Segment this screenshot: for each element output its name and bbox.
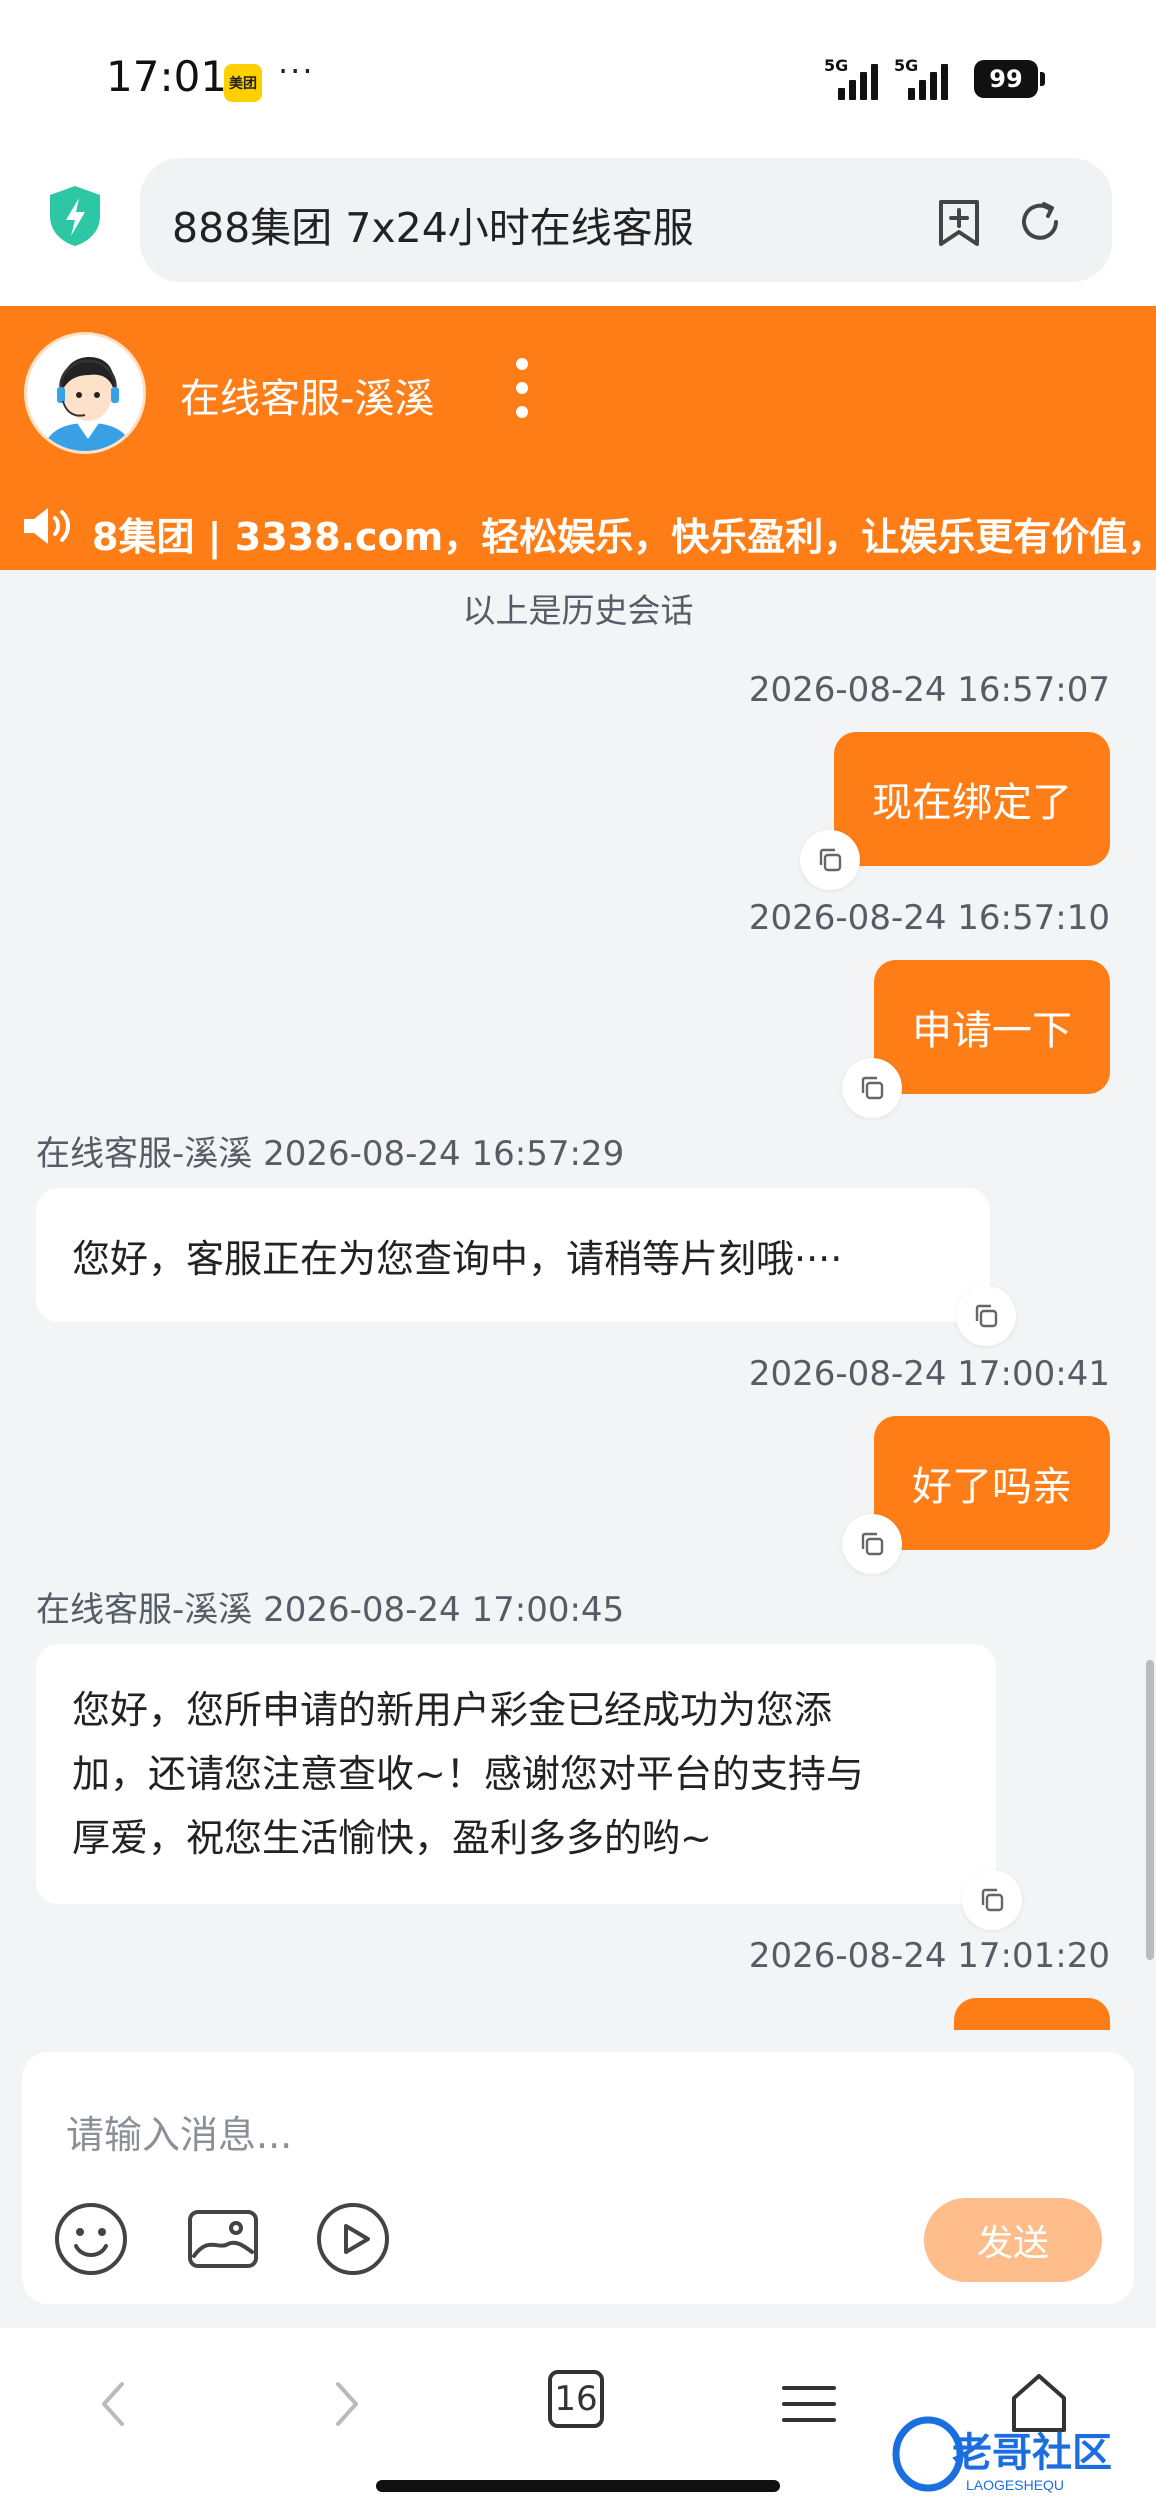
copy-button[interactable]	[842, 1514, 902, 1574]
incoming-message[interactable]: 您好，您所申请的新用户彩金已经成功为您添 加，还请您注意查收~！感谢您对平台的支…	[36, 1644, 996, 1904]
browser-bottom-nav: 16 老哥社区 LAOGESHEQU	[0, 2328, 1156, 2510]
watermark-subtext: LAOGESHEQU	[966, 2477, 1064, 2493]
message-text: 现在绑定了	[872, 780, 1072, 826]
emoji-icon[interactable]	[52, 2200, 130, 2278]
agent-avatar-icon	[27, 335, 143, 451]
send-button[interactable]: 发送	[924, 2198, 1102, 2282]
add-bookmark-icon[interactable]	[936, 198, 982, 248]
copy-icon	[819, 848, 842, 872]
status-time: 17:01	[106, 52, 228, 101]
sender-name: 在线客服-溪溪	[36, 1590, 253, 1630]
more-options-icon[interactable]	[512, 358, 532, 420]
more-notifications-indicator: ···	[278, 52, 315, 90]
watermark-text: 老哥社区	[952, 2431, 1112, 2475]
back-icon[interactable]	[78, 2368, 148, 2440]
home-indicator[interactable]	[376, 2480, 780, 2492]
url-field[interactable]: 888集团 7x24小时在线客服	[140, 158, 1112, 282]
chat-messages[interactable]: 以上是历史会话 2026-08-24 16:57:07 现在绑定了 2026-0…	[0, 570, 1156, 2030]
copy-button[interactable]	[800, 830, 860, 890]
chat-header: 在线客服-溪溪 8集团 | 3338.com，轻松娱乐，快乐盈利，让娱乐更有价值…	[0, 306, 1156, 570]
message-text: 您好，客服正在为您查询中，请稍等片刻哦····	[72, 1236, 843, 1281]
image-upload-icon[interactable]	[184, 2200, 262, 2278]
copy-icon	[861, 1532, 884, 1556]
status-bar: 17:01 美团 ··· 5G 5G 99	[0, 0, 1156, 150]
page-title[interactable]: 888集团 7x24小时在线客服	[172, 194, 694, 254]
message-composer: 请输入消息... 发送	[22, 2052, 1134, 2304]
message-timestamp: 2026-08-24 16:57:29	[263, 1134, 625, 1174]
signal-5g-icon: 5G	[824, 56, 888, 100]
announcement-marquee: 8集团 | 3338.com，轻松娱乐，快乐盈利，让娱乐更有价值，	[0, 490, 1156, 562]
security-shield-icon[interactable]	[46, 184, 104, 248]
message-text: 好了吗亲	[912, 1464, 1072, 1510]
incoming-message[interactable]: 您好，客服正在为您查询中，请稍等片刻哦····	[36, 1188, 990, 1322]
message-timestamp: 2026-08-24 17:00:45	[263, 1590, 625, 1630]
agent-avatar	[24, 332, 146, 454]
message-input[interactable]: 请输入消息...	[66, 2104, 292, 2159]
signal-5g-icon: 5G	[894, 56, 958, 100]
copy-icon	[975, 1304, 998, 1328]
message-timestamp: 2026-08-24 17:00:41	[748, 1354, 1110, 1394]
message-sender-time: 在线客服-溪溪 2026-08-24 17:00:45	[36, 1582, 624, 1631]
sender-name: 在线客服-溪溪	[36, 1134, 253, 1174]
message-text: 申请一下	[912, 1008, 1072, 1054]
message-line: 厚爱，祝您生活愉快，盈利多多的哟~	[72, 1816, 712, 1860]
outgoing-message[interactable]: 现在绑定了	[834, 732, 1110, 866]
forward-icon[interactable]	[312, 2368, 382, 2440]
video-play-icon[interactable]	[314, 2200, 392, 2278]
speaker-icon	[24, 508, 70, 544]
chat-scrollbar[interactable]	[1146, 1660, 1154, 1960]
refresh-icon[interactable]	[1016, 198, 1064, 246]
outgoing-message[interactable]: 申请一下	[874, 960, 1110, 1094]
message-line: 您好，您所申请的新用户彩金已经成功为您添	[72, 1688, 833, 1732]
message-timestamp: 2026-08-24 16:57:07	[748, 670, 1110, 710]
history-divider: 以上是历史会话	[462, 591, 694, 630]
copy-icon	[981, 1888, 1004, 1912]
agent-name: 在线客服-溪溪	[180, 376, 435, 422]
outgoing-message[interactable]	[954, 1998, 1110, 2030]
copy-button[interactable]	[962, 1870, 1022, 1930]
announcement-text: 8集团 | 3338.com，轻松娱乐，快乐盈利，让娱乐更有价值，	[92, 515, 1156, 559]
copy-icon	[861, 1076, 884, 1100]
watermark-logo: 老哥社区 LAOGESHEQU	[892, 2416, 1112, 2493]
outgoing-message[interactable]: 好了吗亲	[874, 1416, 1110, 1550]
message-sender-time: 在线客服-溪溪 2026-08-24 16:57:29	[36, 1126, 624, 1175]
message-line: 加，还请您注意查收~！感谢您对平台的支持与	[72, 1752, 864, 1796]
meituan-app-icon: 美团	[224, 64, 262, 102]
message-timestamp: 2026-08-24 17:01:20	[748, 1936, 1110, 1976]
battery-icon: 99	[974, 60, 1045, 98]
copy-button[interactable]	[956, 1286, 1016, 1346]
message-timestamp: 2026-08-24 16:57:10	[748, 898, 1110, 938]
browser-address-bar: 888集团 7x24小时在线客服	[0, 150, 1156, 306]
tabs-button[interactable]: 16	[548, 2370, 604, 2428]
menu-icon[interactable]	[774, 2368, 844, 2440]
copy-button[interactable]	[842, 1058, 902, 1118]
